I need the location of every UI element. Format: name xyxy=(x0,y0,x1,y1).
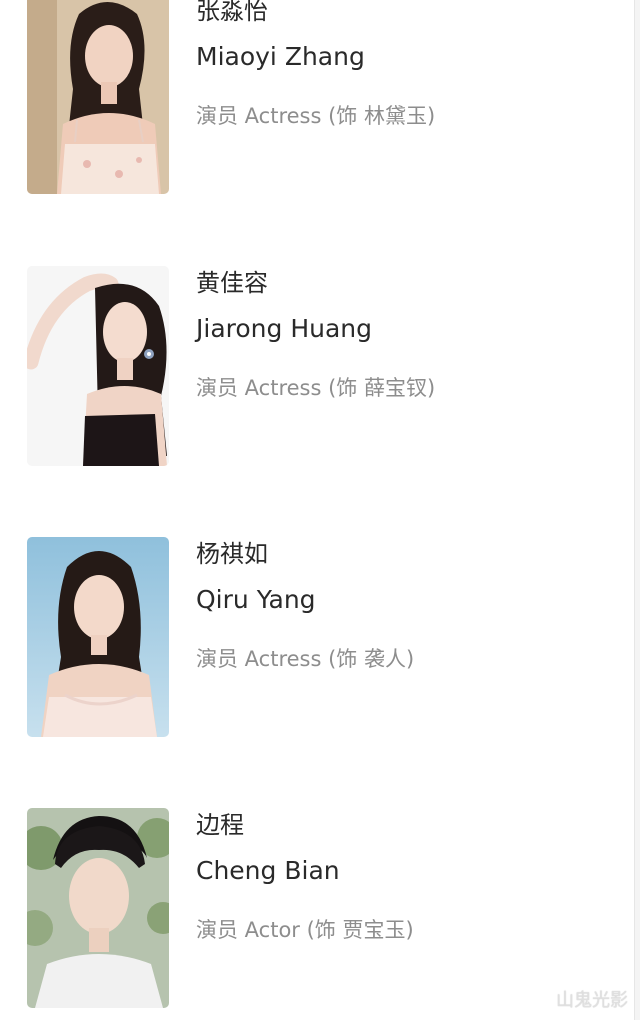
cast-list: 张淼怡 Miaoyi Zhang 演员 Actress (饰 林黛玉) 黄佳容 … xyxy=(0,0,640,1020)
cast-name-chinese: 杨祺如 xyxy=(196,540,268,568)
scrollbar[interactable] xyxy=(634,0,640,1020)
cast-name-english: Cheng Bian xyxy=(196,856,340,885)
cast-photo[interactable] xyxy=(27,537,169,737)
cast-item-cheng-bian[interactable]: 边程 Cheng Bian 演员 Actor (饰 贾宝玉) xyxy=(0,808,640,1008)
cast-item-miaoyi-zhang[interactable]: 张淼怡 Miaoyi Zhang 演员 Actress (饰 林黛玉) xyxy=(0,0,640,194)
cast-role: 演员 Actress (饰 薛宝钗) xyxy=(196,376,436,400)
cast-role: 演员 Actor (饰 贾宝玉) xyxy=(196,918,414,942)
cast-name-english: Qiru Yang xyxy=(196,585,316,614)
cast-name-chinese: 边程 xyxy=(196,811,244,839)
cast-role: 演员 Actress (饰 林黛玉) xyxy=(196,104,436,128)
cast-item-jiarong-huang[interactable]: 黄佳容 Jiarong Huang 演员 Actress (饰 薛宝钗) xyxy=(0,266,640,466)
cast-photo[interactable] xyxy=(27,266,169,466)
cast-name-english: Jiarong Huang xyxy=(196,314,373,343)
cast-name-chinese: 张淼怡 xyxy=(196,0,268,25)
watermark-text: 山鬼光影 xyxy=(556,990,628,1011)
cast-name-chinese: 黄佳容 xyxy=(196,269,268,297)
cast-item-qiru-yang[interactable]: 杨祺如 Qiru Yang 演员 Actress (饰 袭人) xyxy=(0,537,640,737)
cast-photo[interactable] xyxy=(27,0,169,194)
cast-photo[interactable] xyxy=(27,808,169,1008)
cast-name-english: Miaoyi Zhang xyxy=(196,42,365,71)
cast-role: 演员 Actress (饰 袭人) xyxy=(196,647,415,671)
